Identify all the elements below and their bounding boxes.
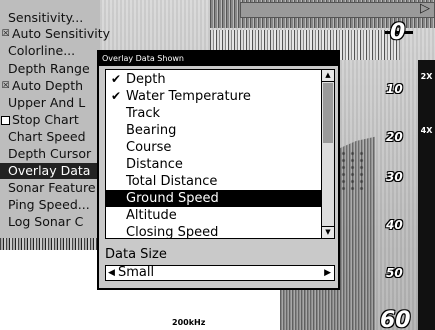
menu-item-sensitivity[interactable]: Sensitivity... xyxy=(0,10,140,26)
data-size-label: Data Size xyxy=(105,247,167,262)
list-item-distance[interactable]: Distance xyxy=(106,156,322,173)
menu-item-label: Ping Speed... xyxy=(8,197,90,212)
data-size-value: Small xyxy=(118,265,155,280)
list-item-label: Closing Speed xyxy=(126,225,219,239)
list-item-label: Bearing xyxy=(126,123,177,138)
menu-item-label: Chart Speed xyxy=(8,129,86,144)
list-item-label: Ground Speed xyxy=(126,191,219,206)
menu-item-label: Upper And L xyxy=(8,95,86,110)
menu-item-label: Sensitivity... xyxy=(8,10,84,25)
menu-item-auto-sensitivity[interactable]: ☒ Auto Sensitivity xyxy=(0,26,140,42)
zoom-tag-2x: 2X xyxy=(420,72,433,81)
depth-label-10: 10 xyxy=(386,82,403,96)
list-item-label: Total Distance xyxy=(126,174,218,189)
select-left-arrow-icon[interactable]: ◀ xyxy=(108,266,115,280)
overlay-data-dialog: Overlay Data Shown ✔ Depth ✔ Water Tempera… xyxy=(97,50,340,290)
depth-scale: 0 10 20 30 40 50 60 xyxy=(360,20,420,330)
depth-label-0: 0 xyxy=(390,20,406,45)
zoom-bar xyxy=(418,60,435,330)
scroll-up-arrow-icon[interactable]: ▲ xyxy=(322,70,334,82)
checkbox-checked-icon[interactable]: ☒ xyxy=(1,82,10,91)
scroll-thumb[interactable] xyxy=(323,83,333,143)
menu-item-label: Depth Range xyxy=(8,61,90,76)
select-right-arrow-icon[interactable]: ▶ xyxy=(324,266,331,280)
list-item-course[interactable]: Course xyxy=(106,139,322,156)
sonar-screen: ▷ 200kHz 0 10 20 30 40 50 60 2X 4X Sensi… xyxy=(0,0,435,330)
checkbox-unchecked-icon[interactable] xyxy=(1,116,10,125)
depth-label-20: 20 xyxy=(386,130,403,144)
checkmark-icon: ✔ xyxy=(111,89,122,103)
sonar-menu: Sensitivity... ☒ Auto Sensitivity Colorli… xyxy=(0,0,110,238)
depth-label-30: 30 xyxy=(386,170,403,184)
depth-label-60: 60 xyxy=(380,308,411,330)
list-item-total-distance[interactable]: Total Distance xyxy=(106,173,322,190)
list-item-closing-speed[interactable]: Closing Speed xyxy=(106,224,322,239)
menu-item-label: Depth Cursor xyxy=(8,146,92,161)
list-item-ground-speed[interactable]: Ground Speed xyxy=(106,190,322,207)
list-scrollbar[interactable]: ▲ ▼ xyxy=(321,70,334,238)
menu-item-label: Auto Depth xyxy=(12,78,84,93)
overlay-data-list[interactable]: ✔ Depth ✔ Water Temperature Track Bearing … xyxy=(105,69,335,239)
list-item-label: Track xyxy=(126,106,161,121)
menu-item-label: Sonar Feature xyxy=(8,180,96,195)
list-item-water-temperature[interactable]: ✔ Water Temperature xyxy=(106,88,322,105)
checkbox-checked-icon[interactable]: ☒ xyxy=(1,30,10,39)
menu-item-label: Overlay Data xyxy=(8,163,91,178)
scroll-down-arrow-icon[interactable]: ▼ xyxy=(322,226,334,238)
menu-item-label: Colorline... xyxy=(8,43,76,58)
depth-label-50: 50 xyxy=(386,266,403,280)
menu-item-label: Log Sonar C xyxy=(8,214,84,229)
depth-label-40: 40 xyxy=(386,218,403,232)
menu-item-label: Auto Sensitivity xyxy=(12,26,111,41)
frequency-label: 200kHz xyxy=(172,318,206,327)
list-item-bearing[interactable]: Bearing xyxy=(106,122,322,139)
list-item-label: Altitude xyxy=(126,208,177,223)
checkmark-icon: ✔ xyxy=(111,72,122,86)
list-item-label: Water Temperature xyxy=(126,89,251,104)
scroll-right-arrow-icon[interactable]: ▷ xyxy=(420,1,430,16)
list-item-label: Distance xyxy=(126,157,183,172)
list-item-track[interactable]: Track xyxy=(106,105,322,122)
menu-item-label: Stop Chart xyxy=(12,112,79,127)
chart-scroll-bar[interactable]: ▷ xyxy=(240,1,435,18)
list-item-label: Course xyxy=(126,140,172,155)
list-item-altitude[interactable]: Altitude xyxy=(106,207,322,224)
menu-item-overlay-data[interactable]: Overlay Data xyxy=(0,163,100,179)
list-item-label: Depth xyxy=(126,72,166,87)
list-item-depth[interactable]: ✔ Depth xyxy=(106,71,322,88)
zoom-tag-4x: 4X xyxy=(420,126,433,135)
dialog-title: Overlay Data Shown xyxy=(99,52,338,66)
data-size-select[interactable]: ◀ Small ▶ xyxy=(105,265,335,281)
